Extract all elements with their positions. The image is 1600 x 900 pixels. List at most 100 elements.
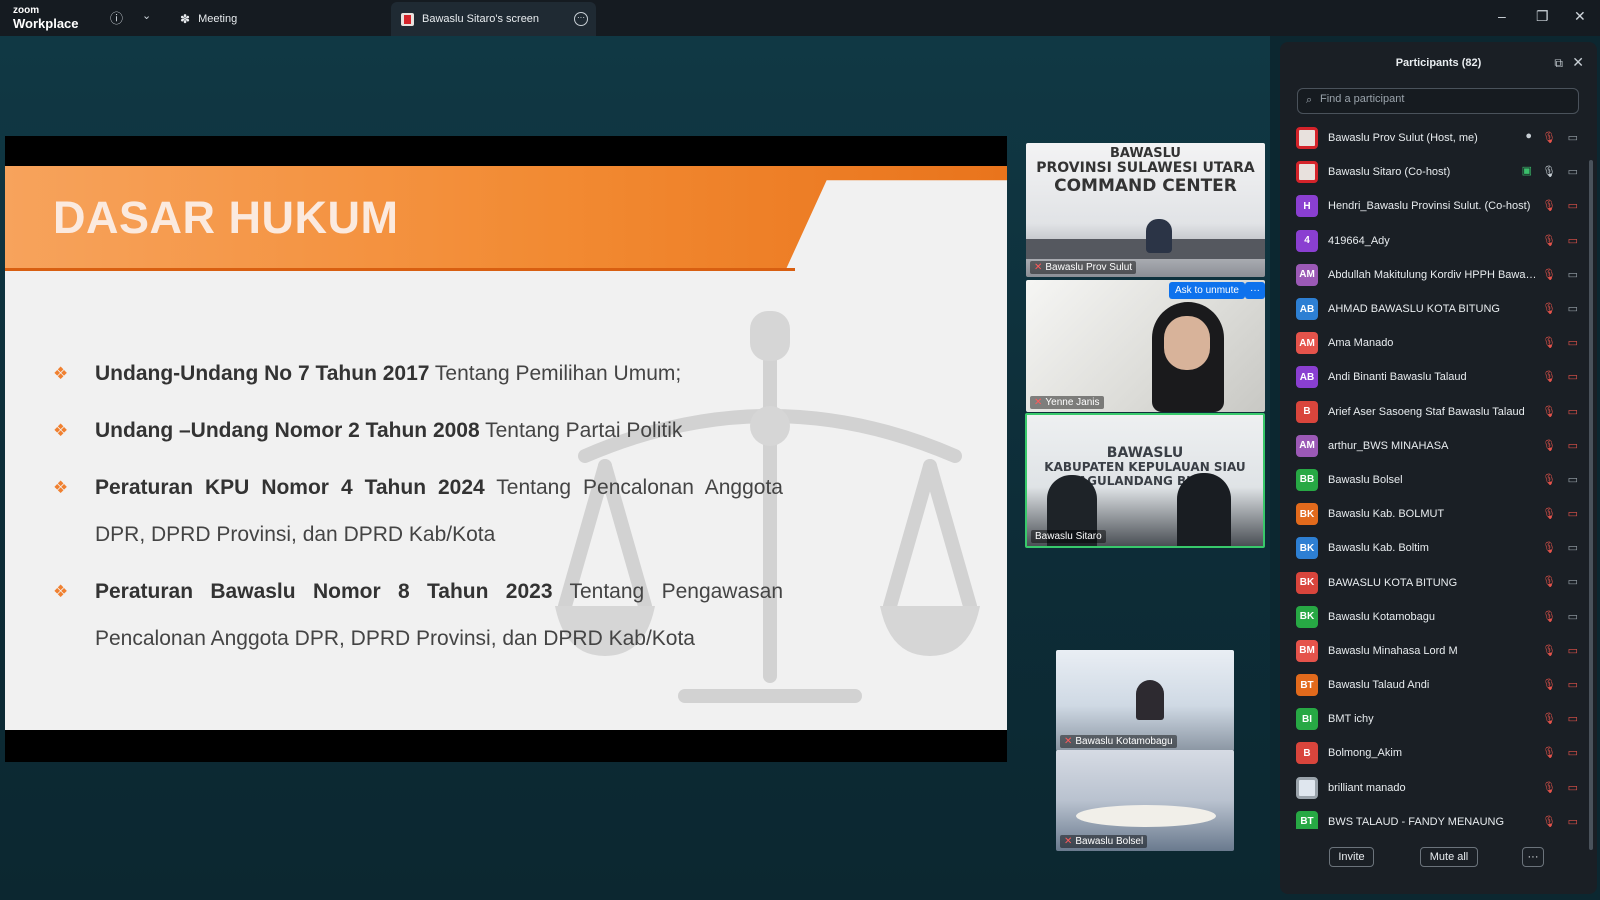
participant-name: Andi Binanti Bawaslu Talaud [1328, 371, 1467, 384]
avatar: B [1296, 400, 1318, 423]
mic-icon[interactable]: 🎙 [1542, 781, 1556, 794]
minimize-icon[interactable]: – [1498, 8, 1506, 24]
mic-icon[interactable]: 🎙 [1542, 165, 1556, 178]
participant-search-input[interactable] [1320, 93, 1570, 105]
camera-icon[interactable]: ▭ [1568, 541, 1578, 554]
camera-icon[interactable]: ▭ [1568, 165, 1578, 178]
participant-row[interactable]: BK BAWASLU KOTA BITUNG 🎙 ▭ [1292, 565, 1584, 599]
participant-figure [1136, 680, 1164, 720]
participant-list-scrollbar[interactable] [1589, 160, 1593, 850]
camera-icon[interactable]: ▭ [1568, 199, 1578, 212]
mute-all-button[interactable]: Mute all [1420, 847, 1478, 867]
camera-icon[interactable]: ▭ [1568, 370, 1578, 383]
participant-figure [1146, 219, 1172, 253]
participant-row[interactable]: BK Bawaslu Kab. Boltim 🎙 ▭ [1292, 531, 1584, 565]
camera-icon[interactable]: ▭ [1568, 268, 1578, 281]
camera-icon[interactable]: ▭ [1568, 678, 1578, 691]
participant-row[interactable]: BK Bawaslu Kotamobagu 🎙 ▭ [1292, 600, 1584, 634]
chevron-down-icon[interactable]: ⌄ [142, 9, 151, 22]
camera-icon[interactable]: ▭ [1568, 712, 1578, 725]
mic-icon[interactable]: 🎙 [1542, 507, 1556, 520]
participant-row[interactable]: BT Bawaslu Talaud Andi 🎙 ▭ [1292, 668, 1584, 702]
participant-row[interactable]: AM Abdullah Makitulung Kordiv HPPH Bawasl… [1292, 258, 1584, 292]
restore-icon[interactable]: ❐ [1536, 8, 1549, 25]
mic-icon[interactable]: 🎙 [1542, 712, 1556, 725]
camera-icon[interactable]: ▭ [1568, 746, 1578, 759]
participant-row[interactable]: BM Bawaslu Minahasa Lord M 🎙 ▭ [1292, 634, 1584, 668]
participant-row[interactable]: AB AHMAD BAWASLU KOTA BITUNG 🎙 ▭ [1292, 292, 1584, 326]
camera-icon[interactable]: ▭ [1568, 336, 1578, 349]
mic-icon[interactable]: 🎙 [1542, 370, 1556, 383]
video-tile-yenne-janis[interactable]: ✕ Yenne Janis [1026, 280, 1265, 412]
popout-icon[interactable]: ⧉ [1554, 56, 1563, 71]
close-icon[interactable]: ✕ [1574, 8, 1586, 25]
participant-row[interactable]: brilliant manado 🎙 ▭ [1292, 771, 1584, 805]
camera-icon[interactable]: ▭ [1568, 405, 1578, 418]
avatar: BT [1296, 810, 1318, 829]
video-more-button[interactable]: ··· [1245, 282, 1265, 299]
mic-icon[interactable]: 🎙 [1542, 268, 1556, 281]
camera-icon[interactable]: ▭ [1568, 234, 1578, 247]
avatar: 4 [1296, 229, 1318, 252]
tab-shared-screen[interactable]: Bawaslu Sitaro's screen ··· [391, 2, 596, 36]
camera-icon[interactable]: ▭ [1568, 575, 1578, 588]
video-name-tag: Bawaslu Sitaro [1031, 530, 1106, 543]
participant-row[interactable]: Bawaslu Prov Sulut (Host, me) ● 🎙 ▭ [1292, 121, 1584, 155]
mic-icon[interactable]: 🎙 [1542, 575, 1556, 588]
camera-icon[interactable]: ▭ [1568, 610, 1578, 623]
more-options-icon[interactable]: ··· [574, 12, 588, 26]
mic-icon[interactable]: 🎙 [1542, 405, 1556, 418]
video-name-tag: ✕ Yenne Janis [1030, 396, 1104, 409]
mic-icon[interactable]: 🎙 [1542, 746, 1556, 759]
participant-row[interactable]: BK Bawaslu Kab. BOLMUT 🎙 ▭ [1292, 497, 1584, 531]
video-tile-bawaslu-sitaro[interactable]: BAWASLU KABUPATEN KEPULAUAN SIAU TAGULAN… [1025, 413, 1265, 548]
participant-row[interactable]: AB Andi Binanti Bawaslu Talaud 🎙 ▭ [1292, 360, 1584, 394]
participant-row[interactable]: BT BWS TALAUD - FANDY MENAUNG 🎙 ▭ [1292, 805, 1584, 829]
mic-icon[interactable]: 🎙 [1542, 815, 1556, 828]
mic-icon[interactable]: 🎙 [1542, 473, 1556, 486]
camera-icon[interactable]: ▭ [1568, 131, 1578, 144]
participant-row[interactable]: BI BMT ichy 🎙 ▭ [1292, 702, 1584, 736]
video-tile-bawaslu-bolsel[interactable]: ✕ Bawaslu Bolsel [1056, 750, 1234, 851]
participant-row[interactable]: B Arief Aser Sasoeng Staf Bawaslu Talaud 🎙… [1292, 395, 1584, 429]
participant-name: BWS TALAUD - FANDY MENAUNG [1328, 815, 1505, 828]
tab-meeting[interactable]: ✽ Meeting [180, 2, 237, 36]
mic-icon[interactable]: 🎙 [1542, 131, 1556, 144]
camera-icon[interactable]: ▭ [1568, 302, 1578, 315]
camera-icon[interactable]: ▭ [1568, 815, 1578, 828]
participant-row[interactable]: AM Ama Manado 🎙 ▭ [1292, 326, 1584, 360]
info-icon[interactable]: ⓘ [110, 8, 123, 27]
mic-icon[interactable]: 🎙 [1542, 541, 1556, 554]
participant-name: arthur_BWS MINAHASA [1328, 439, 1449, 452]
camera-icon[interactable]: ▭ [1568, 439, 1578, 452]
mic-icon[interactable]: 🎙 [1542, 199, 1556, 212]
participant-row[interactable]: Bawaslu Sitaro (Co-host) ▣ 🎙 ▭ [1292, 155, 1584, 189]
participant-row[interactable]: B Bolmong_Akim 🎙 ▭ [1292, 736, 1584, 770]
mic-icon[interactable]: 🎙 [1542, 336, 1556, 349]
mic-icon[interactable]: 🎙 [1542, 678, 1556, 691]
close-panel-icon[interactable]: ✕ [1572, 54, 1584, 71]
mic-icon[interactable]: 🎙 [1542, 234, 1556, 247]
ask-to-unmute-button[interactable]: Ask to unmute [1169, 282, 1245, 299]
camera-icon[interactable]: ▭ [1568, 644, 1578, 657]
avatar: H [1296, 195, 1318, 218]
participant-row[interactable]: BB Bawaslu Bolsel 🎙 ▭ [1292, 463, 1584, 497]
camera-icon[interactable]: ▭ [1568, 507, 1578, 520]
mic-icon[interactable]: 🎙 [1542, 644, 1556, 657]
avatar [1296, 161, 1318, 184]
camera-icon[interactable]: ▭ [1568, 473, 1578, 486]
panel-more-button[interactable]: ··· [1522, 847, 1544, 867]
participant-row[interactable]: AM arthur_BWS MINAHASA 🎙 ▭ [1292, 429, 1584, 463]
participant-row[interactable]: H Hendri_Bawaslu Provinsi Sulut. (Co-host… [1292, 189, 1584, 223]
camera-icon[interactable]: ▭ [1568, 781, 1578, 794]
participant-name: Hendri_Bawaslu Provinsi Sulut. (Co-host) [1328, 200, 1531, 213]
video-tile-bawaslu-kotamobagu[interactable]: ✕ Bawaslu Kotamobagu [1056, 650, 1234, 751]
video-tile-bawaslu-prov-sulut[interactable]: BAWASLU PROVINSI SULAWESI UTARA COMMAND … [1026, 143, 1265, 277]
presentation-slide: DASAR HUKUM ❖ Undang-Undang No 7 Tahun 2… [5, 166, 1007, 730]
mic-icon[interactable]: 🎙 [1542, 439, 1556, 452]
invite-button[interactable]: Invite [1329, 847, 1374, 867]
mic-icon[interactable]: 🎙 [1542, 302, 1556, 315]
participant-row[interactable]: 4 419664_Ady 🎙 ▭ [1292, 224, 1584, 258]
avatar: AB [1296, 366, 1318, 389]
mic-icon[interactable]: 🎙 [1542, 610, 1556, 623]
